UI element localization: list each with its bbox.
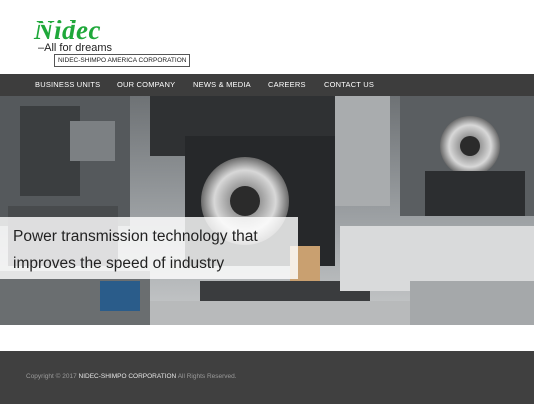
- nav-contact-us[interactable]: CONTACT US: [324, 74, 374, 96]
- hero-caption-line-2: improves the speed of industry: [13, 255, 225, 272]
- copyright-rights: All Rights Reserved.: [177, 373, 237, 380]
- nidec-logo[interactable]: Nidec –All for dreams NIDEC-SHIMPO AMERI…: [34, 15, 191, 67]
- nav-news-media[interactable]: NEWS & MEDIA: [193, 74, 251, 96]
- hero-banner: Power transmission technology that impro…: [0, 96, 534, 325]
- copyright-prefix: Copyright © 2017: [26, 373, 77, 380]
- main-nav: BUSINESS UNITS OUR COMPANY NEWS & MEDIA …: [0, 74, 534, 96]
- nav-business-units[interactable]: BUSINESS UNITS: [35, 74, 100, 96]
- hero-image: [0, 96, 534, 325]
- copyright-notice: Copyright © 2017 NIDEC-SHIMPO CORPORATIO…: [26, 373, 237, 380]
- content-spacer: [0, 325, 534, 351]
- hero-caption-line-1: Power transmission technology that: [13, 228, 258, 245]
- header: Nidec –All for dreams NIDEC-SHIMPO AMERI…: [0, 0, 534, 74]
- copyright-company: NIDEC-SHIMPO CORPORATION: [78, 373, 177, 380]
- logo-wordmark: Nidec: [34, 15, 105, 45]
- page: Nidec –All for dreams NIDEC-SHIMPO AMERI…: [0, 0, 534, 404]
- nav-our-company[interactable]: OUR COMPANY: [117, 74, 175, 96]
- logo-tagline: –All for dreams: [38, 42, 112, 54]
- logo-subsidiary: NIDEC-SHIMPO AMERICA CORPORATION: [54, 54, 191, 67]
- footer: Copyright © 2017 NIDEC-SHIMPO CORPORATIO…: [0, 351, 534, 404]
- hero-caption: Power transmission technology that impro…: [0, 217, 298, 279]
- nav-careers[interactable]: CAREERS: [268, 74, 306, 96]
- logo-tagline-text: All for dreams: [44, 42, 112, 54]
